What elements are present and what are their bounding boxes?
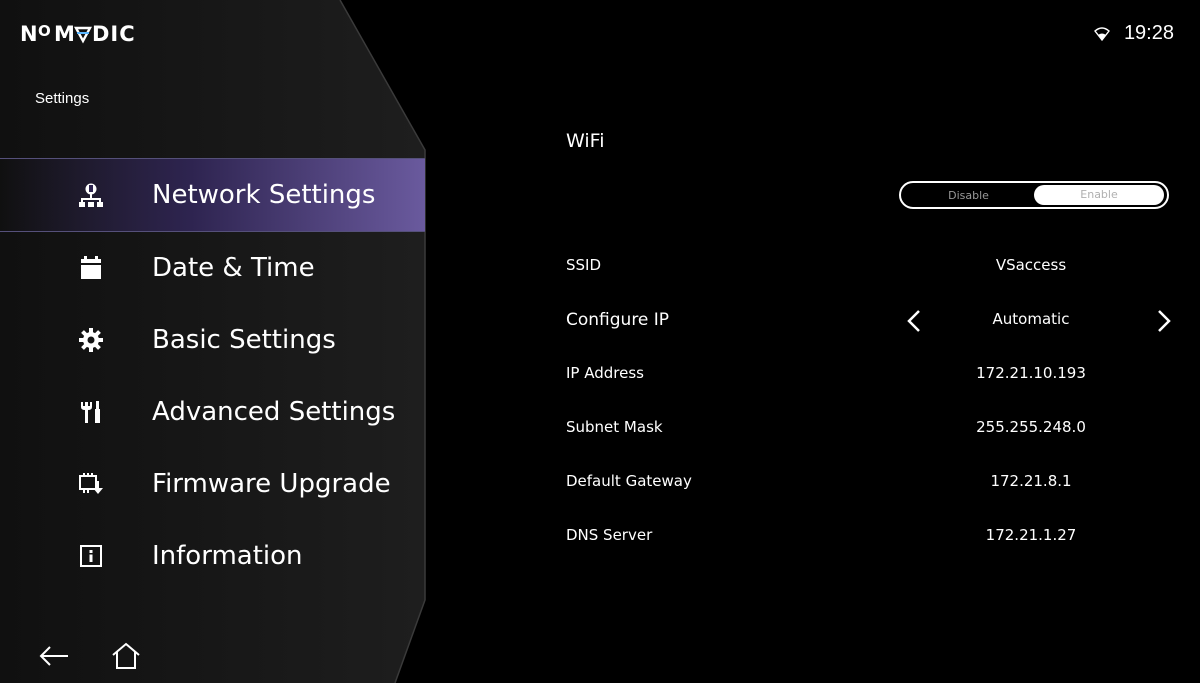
field-row-subnet-mask: Subnet Mask 255.255.248.0: [566, 418, 1176, 448]
field-label: Subnet Mask: [566, 418, 663, 436]
field-value: Automatic: [992, 310, 1070, 328]
bottom-nav: [38, 640, 142, 672]
field-row-dns-server: DNS Server 172.21.1.27: [566, 526, 1176, 556]
brand-logo: N O M DIC: [20, 20, 140, 52]
field-label: DNS Server: [566, 526, 653, 544]
menu-item-information[interactable]: Information: [0, 520, 425, 592]
home-icon[interactable]: [110, 640, 142, 672]
menu-item-label: Advanced Settings: [152, 397, 396, 427]
field-row-configure-ip[interactable]: Configure IP Automatic: [566, 310, 1176, 340]
field-label: Default Gateway: [566, 472, 692, 490]
field-value: 172.21.1.27: [985, 526, 1077, 544]
calendar-icon: [78, 255, 104, 281]
gear-icon: [78, 327, 104, 353]
field-label: SSID: [566, 256, 602, 274]
field-label: IP Address: [566, 364, 644, 382]
toggle-enable-option[interactable]: Enable: [1034, 185, 1164, 205]
firmware-icon: [78, 471, 104, 497]
chevron-right-icon[interactable]: [1154, 308, 1174, 334]
menu-item-advanced-settings[interactable]: Advanced Settings: [0, 376, 425, 448]
svg-text:O: O: [38, 22, 52, 40]
wifi-toggle[interactable]: Disable Enable: [899, 181, 1169, 209]
field-label: Configure IP: [566, 310, 670, 330]
menu-item-label: Date & Time: [152, 253, 315, 283]
info-icon: [78, 543, 104, 569]
clock-time: 19:28: [1123, 22, 1174, 44]
menu-item-label: Basic Settings: [152, 325, 336, 355]
menu-item-network-settings[interactable]: Network Settings: [0, 158, 425, 232]
field-row-ip-address: IP Address 172.21.10.193: [566, 364, 1176, 394]
tools-icon: [78, 399, 104, 425]
network-icon: [78, 182, 104, 208]
wifi-icon: [1093, 26, 1110, 41]
field-value: VSaccess: [995, 256, 1067, 274]
status-bar: 19:28: [1093, 22, 1174, 45]
svg-text:N: N: [20, 22, 39, 46]
menu-item-label: Network Settings: [152, 180, 376, 210]
field-value: 255.255.248.0: [976, 418, 1086, 436]
field-row-default-gateway: Default Gateway 172.21.8.1: [566, 472, 1176, 502]
field-value: 172.21.8.1: [990, 472, 1072, 490]
wifi-section-title: WiFi: [566, 130, 605, 152]
field-row-ssid: SSID VSaccess: [566, 256, 1176, 286]
menu-item-label: Firmware Upgrade: [152, 469, 391, 499]
svg-text:M: M: [54, 22, 76, 46]
chevron-left-icon[interactable]: [904, 308, 924, 334]
menu-item-firmware-upgrade[interactable]: Firmware Upgrade: [0, 448, 425, 520]
settings-menu: Network Settings Date & Time Basic Setti…: [0, 158, 425, 592]
settings-title: Settings: [35, 90, 90, 107]
menu-item-basic-settings[interactable]: Basic Settings: [0, 304, 425, 376]
menu-item-date-time[interactable]: Date & Time: [0, 232, 425, 304]
toggle-disable-option[interactable]: Disable: [901, 189, 1036, 202]
svg-text:DIC: DIC: [92, 22, 136, 46]
back-arrow-icon[interactable]: [38, 640, 70, 672]
menu-item-label: Information: [152, 541, 303, 571]
field-value: 172.21.10.193: [976, 364, 1086, 382]
